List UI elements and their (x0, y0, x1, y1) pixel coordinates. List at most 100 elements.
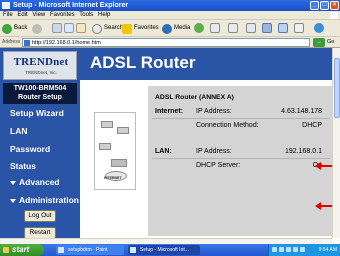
window-titlebar[interactable]: Setup - Microsoft Internet Explorer _ □ … (0, 0, 340, 11)
logo-text: TRENDnet (13, 56, 69, 68)
system-tray: 9:54 AM (268, 244, 340, 256)
taskbar: start setupbdrm - Paint Setup - Microsof… (0, 244, 340, 256)
ie-icon (130, 247, 136, 253)
paint-icon (58, 247, 64, 253)
internet-label: INTERNET (104, 176, 122, 180)
nav-advanced[interactable]: Advanced (10, 177, 60, 187)
menu-edit[interactable]: Edit (17, 12, 27, 18)
menu-file[interactable]: File (3, 12, 13, 18)
back-button[interactable]: Back (2, 23, 27, 34)
red-arrow-annotation (315, 162, 332, 170)
media-button[interactable]: Media (162, 23, 190, 34)
edit-icon[interactable] (246, 23, 256, 33)
clock[interactable]: 9:54 AM (319, 244, 337, 256)
model-subtitle: Router Setup (18, 94, 62, 101)
security-icon[interactable] (286, 247, 291, 252)
panel-title: ADSL Router (ANNEX A) (155, 94, 234, 101)
nav-setup-wizard[interactable]: Setup Wizard (10, 108, 64, 118)
start-label: start (12, 245, 30, 254)
computer-icon (117, 127, 129, 134)
expand-triangle-icon (10, 198, 16, 203)
page-viewport: TRENDnet TRENDnet, Inc. TW100-BRM504 Rou… (0, 48, 332, 238)
logo-subtext: TRENDnet, Inc. (25, 70, 57, 75)
task-ie-setup[interactable]: Setup - Microsoft Int... (128, 245, 200, 255)
window-title: Setup - Microsoft Internet Explorer (13, 2, 129, 9)
address-input[interactable]: http://192.168.0.1/home.htm (22, 38, 310, 47)
scroll-thumb[interactable] (334, 58, 340, 118)
favorites-label: Favorites (134, 25, 159, 31)
model-box: TW100-BRM504 Router Setup (3, 83, 77, 104)
media-label: Media (174, 25, 191, 31)
page-icon (24, 40, 30, 46)
back-label: Back (14, 25, 28, 31)
menu-favorites[interactable]: Favorites (50, 12, 75, 18)
browser-toolbar: Back Search Favorites Media (0, 20, 340, 37)
nav-status[interactable]: Status (10, 161, 36, 171)
home-icon[interactable] (76, 23, 86, 33)
go-label[interactable]: Go (327, 37, 334, 48)
maximize-icon[interactable]: □ (320, 1, 329, 10)
address-label: Address (2, 39, 21, 45)
restart-button[interactable]: Restart (24, 227, 56, 238)
vertical-scrollbar[interactable] (332, 48, 340, 238)
back-arrow-icon (2, 23, 12, 34)
history-icon[interactable] (194, 23, 204, 33)
update-icon[interactable] (293, 247, 298, 252)
volume-icon[interactable] (279, 247, 284, 252)
connection-method-label: Connection Method: (196, 122, 259, 129)
messenger-icon[interactable] (278, 23, 288, 33)
mail-icon[interactable] (210, 23, 220, 33)
menu-bar: File Edit View Favorites Tools Help (0, 11, 340, 20)
status-content: INTERNET ADSL Router (ANNEX A) Internet:… (80, 80, 332, 238)
forward-arrow-icon (32, 23, 42, 34)
expand-triangle-icon (10, 180, 16, 185)
windows-flag-icon (3, 247, 9, 253)
windows-logo-icon (330, 12, 338, 19)
minimize-icon[interactable]: _ (310, 1, 319, 10)
refresh-icon[interactable] (64, 23, 74, 33)
address-bar: Address http://192.168.0.1/home.htm → Go (0, 37, 340, 48)
menu-tools[interactable]: Tools (79, 12, 93, 18)
research-icon[interactable] (294, 23, 304, 33)
model-name: TW100-BRM504 (13, 85, 67, 92)
router-info-panel: ADSL Router (ANNEX A) Internet: IP Addre… (148, 86, 332, 236)
media-icon (162, 23, 172, 34)
nav-administration[interactable]: Administration (10, 195, 79, 205)
close-icon[interactable]: × (330, 1, 339, 10)
stop-icon[interactable] (52, 23, 62, 33)
search-icon (92, 23, 102, 34)
nav-administration-label: Administration (19, 195, 79, 205)
nav-password[interactable]: Password (10, 144, 50, 154)
connection-method-value: DHCP (302, 122, 322, 129)
router-device-icon (111, 159, 127, 167)
trendnet-logo: TRENDnet TRENDnet, Inc. (3, 51, 77, 80)
logout-button[interactable]: Log Out (24, 210, 56, 222)
menu-view[interactable]: View (32, 12, 45, 18)
divider (152, 118, 330, 119)
go-button[interactable]: → (313, 38, 325, 47)
print-icon[interactable] (228, 23, 238, 33)
lan-ip-value: 192.168.0.1 (285, 148, 322, 155)
nav-lan[interactable]: LAN (10, 126, 27, 136)
page-banner: ADSL Router (80, 48, 332, 80)
router-sidebar: TRENDnet TRENDnet, Inc. TW100-BRM504 Rou… (0, 48, 80, 238)
computer-icon (99, 143, 111, 150)
favorites-button[interactable]: Favorites (122, 23, 159, 34)
task-paint[interactable]: setupbdrm - Paint (56, 245, 124, 255)
network-icon[interactable] (272, 247, 277, 252)
red-arrow-annotation (315, 202, 332, 210)
internet-section-label: Internet: (155, 108, 183, 115)
menu-help[interactable]: Help (98, 12, 110, 18)
ie-icon (2, 2, 10, 9)
discuss-icon[interactable] (262, 23, 272, 33)
tools-icon[interactable] (314, 23, 324, 33)
search-label: Search (104, 25, 124, 31)
search-button[interactable]: Search (92, 23, 123, 34)
forward-button[interactable] (32, 23, 44, 34)
computer-icon (101, 121, 113, 128)
wan-ip-value: 4.63.148.178 (281, 108, 322, 115)
start-button[interactable]: start (0, 244, 44, 256)
nav-advanced-label: Advanced (19, 177, 60, 187)
star-icon (122, 23, 132, 34)
power-icon[interactable] (300, 247, 305, 252)
